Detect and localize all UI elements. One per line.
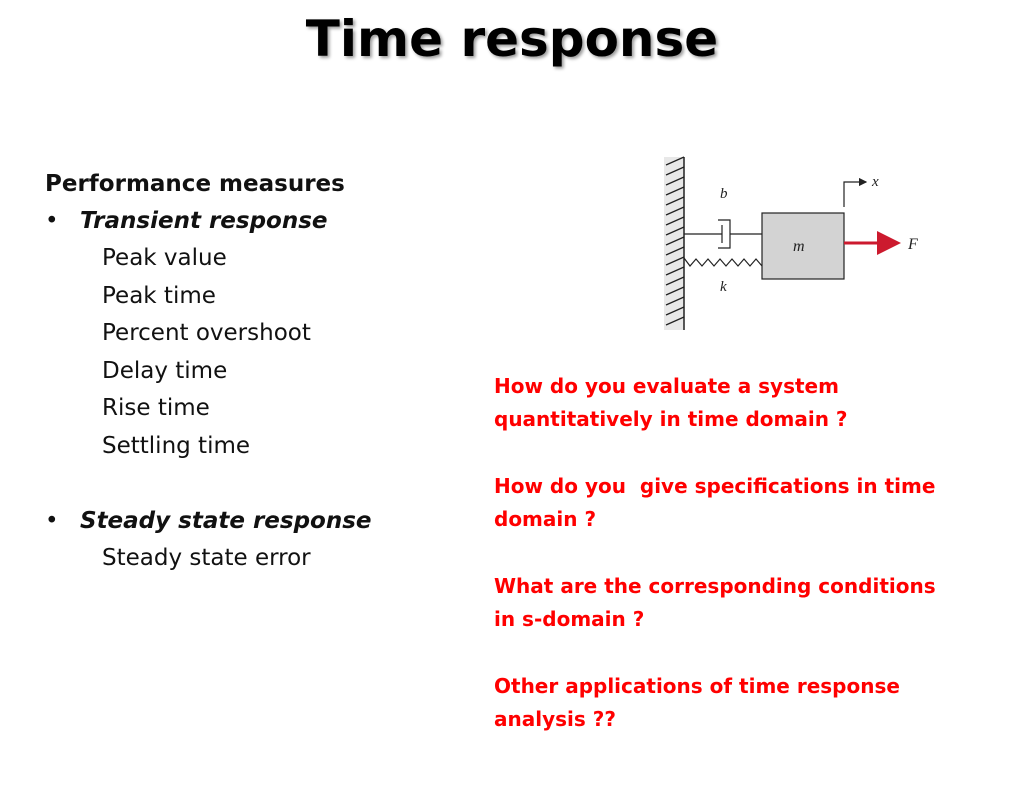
question-item: What are the corresponding conditions in… <box>494 574 936 631</box>
bullet-transient: • Transient response <box>45 203 372 240</box>
list-item: Percent overshoot <box>102 320 311 346</box>
question-item: Other applications of time response anal… <box>494 674 900 731</box>
mass-label-m: m <box>793 238 805 255</box>
damper-label-b: b <box>720 186 728 202</box>
question-item: How do you give specifications in time d… <box>494 474 936 531</box>
performance-heading: Performance measures <box>45 171 345 197</box>
bullet-icon: • <box>45 508 59 534</box>
list-item: Steady state error <box>102 545 311 571</box>
steady-state-label: Steady state response <box>80 508 372 534</box>
list-item: Delay time <box>102 357 228 384</box>
list-item: Peak time <box>102 282 216 309</box>
bullet-steady-state: • Steady state response <box>45 503 372 540</box>
bullet-icon: • <box>45 208 59 234</box>
mass-spring-damper-diagram: b k m F x <box>664 156 918 330</box>
questions-section: How do you evaluate a system quantitativ… <box>494 370 994 770</box>
damper <box>684 219 762 249</box>
performance-measures-section: Performance measures • Transient respons… <box>45 166 372 578</box>
list-item: Rise time <box>102 395 210 421</box>
spring-label-k: k <box>720 279 727 295</box>
displacement-arrow <box>843 177 868 207</box>
wall <box>664 156 685 330</box>
spring <box>683 257 763 267</box>
question-item: How do you evaluate a system quantitativ… <box>494 374 848 431</box>
list-item: Settling time <box>102 432 251 459</box>
transient-response-label: Transient response <box>80 208 328 234</box>
list-item: Peak value <box>102 245 227 271</box>
slide-title: Time response <box>305 10 719 68</box>
displacement-label-x: x <box>871 174 879 190</box>
force-label-f: F <box>907 236 918 253</box>
